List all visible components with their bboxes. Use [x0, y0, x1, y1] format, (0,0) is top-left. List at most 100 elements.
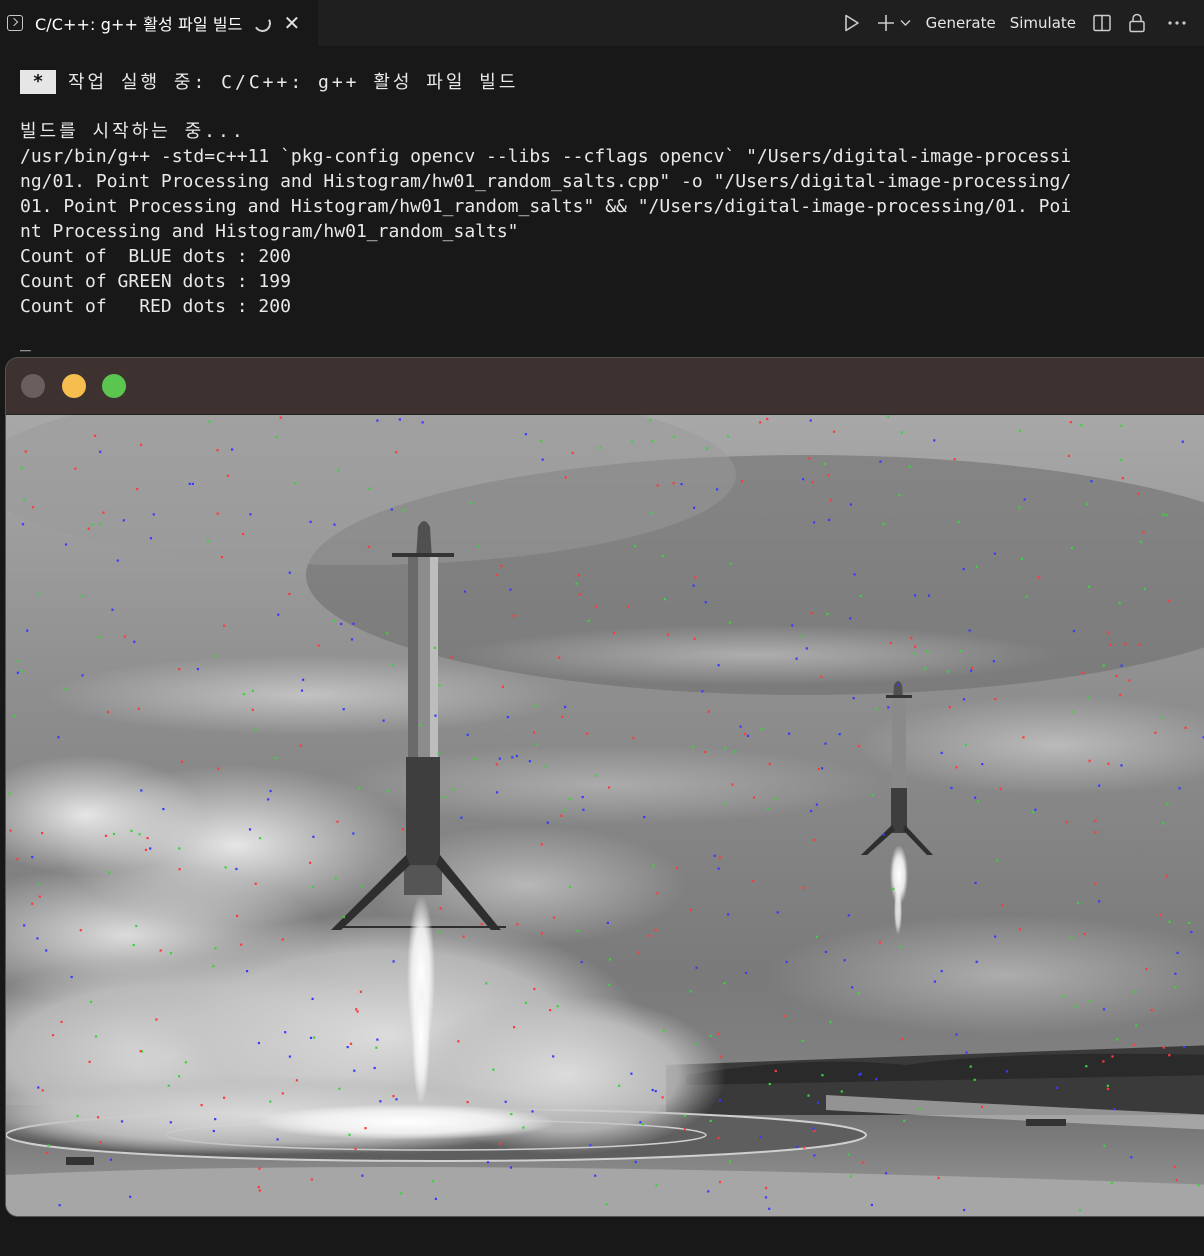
- plus-icon[interactable]: [876, 13, 896, 33]
- salt-dot-blue: [382, 719, 385, 722]
- salt-dot-green: [857, 991, 860, 995]
- salt-dot-red: [994, 697, 997, 701]
- salt-dot-green: [1062, 995, 1065, 998]
- salt-dot-blue: [486, 1161, 490, 1164]
- terminal-output[interactable]: * 작업 실행 중: C/C++: g++ 활성 파일 빌드 빌드를 시작하는 …: [20, 66, 1200, 352]
- salt-dot-red: [223, 624, 226, 627]
- salt-dot-red: [594, 605, 597, 608]
- salt-dot-blue: [716, 488, 719, 491]
- image-viewer-window[interactable]: [6, 358, 1204, 1216]
- salt-dot-blue: [812, 1127, 815, 1130]
- salt-dot-red: [41, 1089, 44, 1092]
- salt-dot-red: [146, 837, 149, 840]
- salt-dot-red: [97, 1116, 100, 1119]
- salt-dot-blue: [975, 960, 978, 963]
- salt-dot-blue: [353, 1069, 356, 1072]
- salt-dot-green: [334, 877, 337, 880]
- salt-dot-green: [892, 887, 895, 890]
- salt-dot-blue: [300, 689, 304, 692]
- salt-dot-blue: [634, 1160, 637, 1164]
- salt-dot-red: [310, 1178, 313, 1181]
- salt-dot-blue: [269, 789, 272, 793]
- salt-dot-green: [1077, 901, 1080, 905]
- salt-dot-red: [355, 1008, 358, 1011]
- salt-dot-blue: [249, 513, 252, 516]
- salt-dot-red: [718, 1181, 722, 1184]
- salt-dot-green: [130, 829, 133, 832]
- salt-dot-red: [512, 614, 515, 617]
- close-icon[interactable]: ✕: [283, 13, 300, 33]
- salt-dot-red: [632, 737, 635, 740]
- rocket-landing-photo: [6, 385, 1204, 1216]
- task-status-line: * 작업 실행 중: C/C++: g++ 활성 파일 빌드: [20, 66, 1200, 98]
- salt-dot-blue: [196, 668, 199, 671]
- salt-dot-blue: [434, 1197, 437, 1200]
- salt-dot-green: [729, 562, 732, 565]
- terminal-tab[interactable]: C/C++: g++ 활성 파일 빌드 ✕: [0, 0, 318, 46]
- salt-dot-green: [807, 1094, 810, 1097]
- salt-dot-green: [135, 924, 138, 928]
- window-titlebar[interactable]: [6, 358, 1204, 415]
- salt-dot-blue: [129, 1195, 132, 1198]
- salt-dot-red: [178, 668, 181, 671]
- salt-dot-green: [1070, 546, 1073, 549]
- salt-dot-blue: [815, 803, 818, 806]
- salt-dot-green: [333, 619, 336, 622]
- salt-dot-green: [132, 944, 135, 947]
- play-icon[interactable]: [844, 14, 860, 32]
- salt-dot-green: [545, 765, 548, 768]
- salt-dot-blue: [21, 523, 25, 526]
- salt-dot-red: [675, 867, 678, 870]
- salt-dot-green: [108, 871, 111, 874]
- salt-dot-green: [1116, 1038, 1119, 1041]
- split-editor-icon[interactable]: [1093, 14, 1111, 32]
- ellipsis-icon[interactable]: [1168, 20, 1186, 26]
- salt-dot-blue: [933, 980, 936, 983]
- simulate-button[interactable]: Simulate: [1010, 14, 1076, 32]
- salt-dot-green: [924, 667, 927, 670]
- salt-dot-blue: [214, 1118, 217, 1121]
- salt-dot-red: [9, 829, 12, 832]
- salt-dot-green: [64, 688, 67, 691]
- salt-dot-blue: [111, 608, 114, 611]
- salt-dot-red: [586, 732, 589, 735]
- salt-dot-blue: [342, 708, 345, 711]
- salt-dot-red: [683, 1128, 686, 1131]
- lock-icon[interactable]: [1128, 13, 1146, 33]
- chevron-down-icon[interactable]: [900, 19, 911, 27]
- salt-dot-blue: [64, 543, 68, 546]
- generate-button[interactable]: Generate: [926, 14, 996, 32]
- salt-dot-green: [918, 1107, 921, 1110]
- salt-dot-red: [498, 1142, 502, 1145]
- salt-dot-blue: [1005, 1070, 1008, 1073]
- salt-dot-blue: [810, 809, 813, 812]
- salt-dot-red: [948, 706, 951, 709]
- salt-dot-red: [1111, 1055, 1114, 1058]
- salt-dot-blue: [692, 584, 695, 587]
- salt-dot-green: [887, 415, 890, 418]
- salt-dot-green: [663, 597, 667, 601]
- salt-dot-green: [900, 431, 903, 434]
- salt-dot-red: [1069, 421, 1072, 424]
- salt-dot-red: [1154, 731, 1157, 734]
- window-minimize-button[interactable]: [62, 374, 86, 398]
- salt-dot-red: [79, 929, 82, 932]
- salt-dot-blue: [1174, 972, 1177, 975]
- salt-dot-red: [741, 480, 744, 483]
- salt-dot-red: [811, 481, 814, 484]
- salt-dot-red: [1065, 821, 1068, 824]
- salt-dot-blue: [963, 1208, 966, 1212]
- salt-dot-blue: [764, 1196, 768, 1199]
- salt-dot-red: [178, 868, 181, 871]
- salt-dot-green: [251, 689, 254, 692]
- salt-dot-red: [242, 532, 245, 535]
- window-maximize-button[interactable]: [102, 374, 126, 398]
- salt-dot-blue: [1102, 1008, 1106, 1011]
- window-close-button[interactable]: [21, 374, 45, 398]
- salt-dot-red: [561, 715, 564, 718]
- salt-dot-blue: [346, 1046, 349, 1049]
- salt-dot-green: [419, 724, 422, 727]
- salt-dot-red: [1145, 968, 1148, 971]
- salt-dot-green: [996, 859, 999, 862]
- salt-dot-green: [692, 745, 695, 749]
